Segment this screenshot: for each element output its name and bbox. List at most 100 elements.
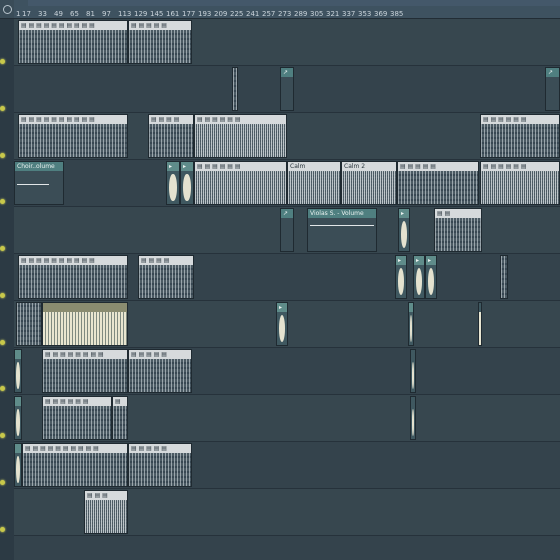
audio-icon [409, 303, 413, 312]
audio-icon: ▸ [426, 256, 436, 265]
audio-clip[interactable]: ▸ [166, 161, 180, 205]
pattern-icon: ▤ ▤ ▤ [85, 491, 127, 500]
track-handle[interactable] [0, 153, 5, 158]
audio-clip[interactable]: ▸ [425, 255, 437, 299]
audio-icon: ▸ [181, 162, 193, 171]
track-handle[interactable] [0, 433, 5, 438]
audio-clip[interactable] [410, 349, 416, 393]
automation-clip[interactable]: Violas S. - Volume [307, 208, 377, 252]
pattern-clip[interactable]: ▤ ▤ ▤ ▤ [138, 255, 194, 299]
audio-clip[interactable] [42, 302, 128, 346]
ruler-scroll-bar[interactable] [28, 0, 560, 6]
ruler-tick: 337 [342, 10, 356, 18]
audio-clip[interactable]: ▸ [398, 208, 410, 252]
pattern-clip[interactable]: ▤ ▤ ▤ ▤ ▤ ▤ ▤ ▤ ▤ ▤ [18, 114, 128, 158]
track-handle[interactable] [0, 246, 5, 251]
track-handle[interactable] [0, 386, 5, 391]
audio-clip[interactable] [14, 443, 22, 487]
automation-clip[interactable]: Choir..olume [14, 161, 64, 205]
pattern-icon: ▤ ▤ ▤ ▤ [139, 256, 193, 265]
audio-icon [15, 444, 21, 453]
track-handle[interactable] [0, 106, 5, 111]
pattern-clip[interactable]: ▤ ▤ ▤ ▤ ▤ ▤ ▤ ▤ [42, 349, 128, 393]
audio-clip[interactable]: ▸ [180, 161, 194, 205]
pattern-clip[interactable]: ▤ ▤ ▤ ▤ ▤ [128, 20, 192, 64]
waveform [43, 312, 127, 345]
automation-clip[interactable]: ↗ [545, 67, 560, 111]
audio-clip[interactable] [478, 302, 482, 346]
pattern-icon: ▤ ▤ ▤ ▤ ▤ ▤ [43, 397, 111, 406]
track-handle[interactable] [0, 59, 5, 64]
pattern-clip[interactable]: ▤ ▤ ▤ ▤ ▤ ▤ [194, 114, 287, 158]
pattern-icon: ▤ ▤ ▤ ▤ ▤ ▤ [481, 115, 559, 124]
ruler-tick: 273 [278, 10, 292, 18]
ruler-tick: 161 [166, 10, 180, 18]
ruler-tick: 305 [310, 10, 324, 18]
pattern-clip[interactable]: ▤ ▤ ▤ ▤ ▤ ▤ [42, 396, 112, 440]
track-handle[interactable] [0, 527, 5, 532]
waveform [16, 362, 20, 389]
pattern-clip[interactable]: ▤ ▤ ▤ ▤ ▤ ▤ ▤ ▤ ▤ ▤ [18, 255, 128, 299]
ruler-corner [0, 0, 14, 19]
pattern-clip[interactable]: ▤ ▤ ▤ ▤ ▤ ▤ ▤ ▤ ▤ ▤ [18, 20, 128, 64]
ruler-tick: 385 [390, 10, 404, 18]
pattern-icon: ▤ ▤ ▤ ▤ ▤ [129, 444, 191, 453]
pattern-clip[interactable] [232, 67, 238, 111]
automation-clip[interactable]: ↗ [280, 67, 294, 111]
audio-icon [43, 303, 127, 312]
automation-clip[interactable]: ↗ [280, 208, 294, 252]
pattern-clip[interactable]: ▤ ▤ ▤ ▤ ▤ ▤ [480, 114, 560, 158]
pattern-clip[interactable]: Calm [287, 161, 341, 205]
clip-label: Calm [288, 162, 340, 171]
pattern-icon: ▤ ▤ ▤ ▤ ▤ ▤ ▤ ▤ [43, 350, 127, 359]
pattern-clip[interactable]: Calm 2 [341, 161, 397, 205]
audio-icon [15, 397, 21, 406]
track-handle[interactable] [0, 340, 5, 345]
pattern-icon: ▤ ▤ ▤ ▤ ▤ [398, 162, 478, 171]
pattern-icon: ▤ ▤ ▤ ▤ [149, 115, 193, 124]
pattern-icon: ▤ ▤ ▤ ▤ ▤ [129, 21, 191, 30]
ruler-tick: 129 [134, 10, 148, 18]
ruler-tick: 33 [38, 10, 47, 18]
track-handle[interactable] [0, 293, 5, 298]
track-handle[interactable] [0, 480, 5, 485]
audio-clip[interactable] [14, 396, 22, 440]
pattern-clip[interactable]: ▤ ▤ ▤ ▤ ▤ ▤ [480, 161, 560, 205]
pattern-clip[interactable]: ▤ ▤ ▤ [84, 490, 128, 534]
waveform [416, 268, 422, 295]
pattern-clip[interactable] [16, 302, 42, 346]
pattern-clip[interactable]: ▤ ▤ ▤ ▤ ▤ ▤ ▤ ▤ ▤ ▤ [22, 443, 128, 487]
ruler-tick: 65 [70, 10, 79, 18]
waveform [409, 315, 413, 342]
pattern-clip[interactable]: ▤ ▤ ▤ ▤ [148, 114, 194, 158]
ruler-tick: 81 [86, 10, 95, 18]
waveform [279, 315, 285, 342]
waveform [411, 409, 415, 436]
track-lane[interactable] [14, 536, 560, 560]
pattern-clip[interactable] [500, 255, 508, 299]
ruler-tick: 241 [246, 10, 260, 18]
ruler-tick: 225 [230, 10, 244, 18]
audio-clip[interactable]: ▸ [413, 255, 425, 299]
pattern-clip[interactable]: ▤ [112, 396, 128, 440]
target-icon[interactable] [3, 5, 12, 14]
ruler-tick: 1 [16, 10, 21, 18]
pattern-icon: ▤ ▤ ▤ ▤ ▤ ▤ ▤ ▤ ▤ ▤ [23, 444, 127, 453]
audio-clip[interactable] [14, 349, 22, 393]
timeline-ruler[interactable]: 1 17 33 49 65 81 97 113 129 145 161 177 … [14, 0, 560, 19]
track-handle[interactable] [0, 199, 5, 204]
pattern-clip[interactable]: ▤ ▤ ▤ ▤ ▤ ▤ [194, 161, 287, 205]
pattern-clip[interactable]: ▤ ▤ ▤ ▤ ▤ [128, 443, 192, 487]
audio-clip[interactable]: ▸ [395, 255, 407, 299]
pattern-clip[interactable]: ▤ ▤ [434, 208, 482, 252]
audio-clip[interactable]: ▸ [276, 302, 288, 346]
ruler-tick: 113 [118, 10, 132, 18]
pattern-clip[interactable]: ▤ ▤ ▤ ▤ ▤ [397, 161, 479, 205]
waveform [169, 174, 177, 201]
ruler-tick: 193 [198, 10, 212, 18]
pattern-icon: ▤ ▤ ▤ ▤ ▤ ▤ [481, 162, 559, 171]
audio-clip[interactable] [408, 302, 414, 346]
audio-clip[interactable] [410, 396, 416, 440]
waveform [16, 409, 20, 436]
pattern-clip[interactable]: ▤ ▤ ▤ ▤ ▤ [128, 349, 192, 393]
